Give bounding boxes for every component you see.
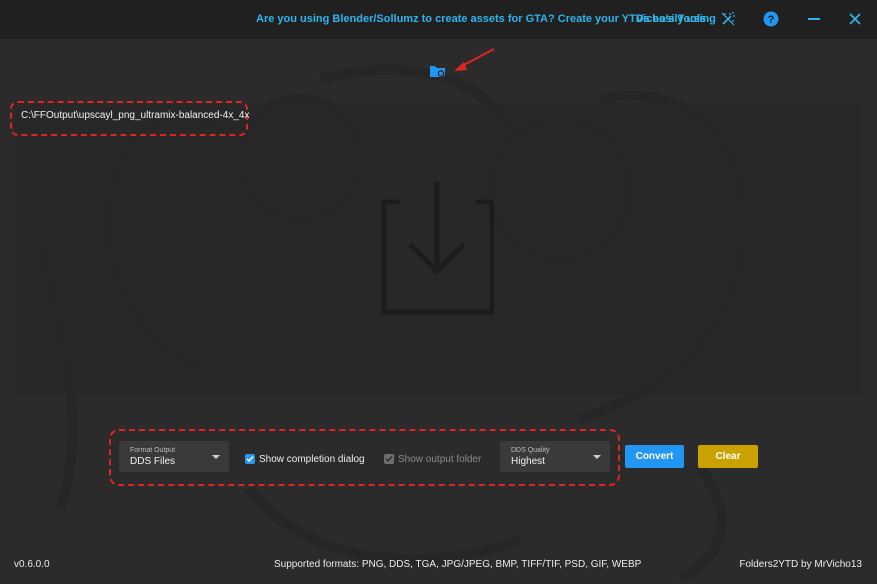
format-output-select[interactable]: Format Output DDS Files: [119, 441, 229, 472]
show-output-folder-label[interactable]: Show output folder: [398, 454, 481, 465]
dds-quality-value: Highest: [511, 456, 545, 467]
open-folder-icon[interactable]: [429, 62, 447, 80]
close-icon[interactable]: [846, 10, 864, 28]
format-output-label: Format Output: [130, 447, 176, 454]
minimize-icon[interactable]: [805, 10, 823, 28]
convert-button[interactable]: Convert: [625, 445, 684, 468]
svg-text:?: ?: [768, 14, 775, 26]
dds-quality-label: DDS Quality: [511, 447, 550, 454]
help-icon[interactable]: ?: [762, 10, 780, 28]
clear-button[interactable]: Clear: [698, 445, 758, 468]
credit-label: Folders2YTD by MrVicho13: [739, 559, 862, 570]
chevron-down-icon: [212, 455, 220, 459]
format-output-value: DDS Files: [130, 456, 176, 467]
version-label: v0.6.0.0: [14, 559, 50, 570]
download-drop-icon: [381, 182, 494, 315]
magic-wand-icon[interactable]: [719, 10, 737, 28]
annotation-arrow: [454, 48, 495, 71]
title-bar: Are you using Blender/Sollumz to create …: [0, 0, 877, 39]
show-output-folder-checkbox[interactable]: [384, 454, 394, 464]
selected-folder-path: C:\FFOutput\upscayl_png_ultramix-balance…: [21, 110, 250, 121]
dds-quality-select[interactable]: DDS Quality Highest: [500, 441, 610, 472]
chevron-down-icon: [593, 455, 601, 459]
show-completion-dialog-checkbox[interactable]: [245, 454, 255, 464]
supported-formats-label: Supported formats: PNG, DDS, TGA, JPG/JP…: [274, 559, 642, 570]
vichos-tools-link[interactable]: Vicho's Tools: [636, 13, 706, 25]
show-completion-dialog-label[interactable]: Show completion dialog: [259, 454, 365, 465]
